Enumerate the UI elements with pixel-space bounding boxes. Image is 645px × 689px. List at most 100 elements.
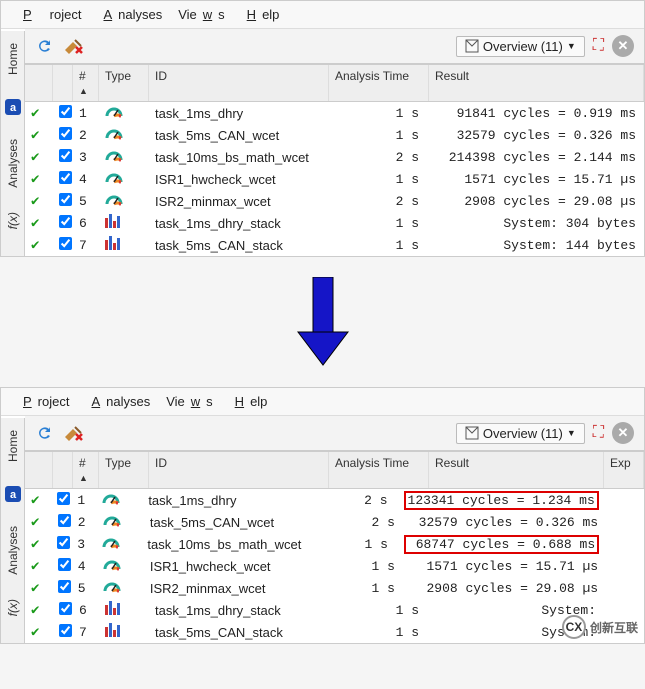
menu-project[interactable]: Project xyxy=(11,392,75,411)
row-exp xyxy=(607,543,644,545)
overview-dropdown[interactable]: Overview (11) ▼ xyxy=(456,36,585,57)
row-checkbox[interactable] xyxy=(57,492,70,505)
sidebar-tab-analyses[interactable]: Analyses xyxy=(6,139,20,188)
row-checkbox[interactable] xyxy=(59,149,72,162)
col-type[interactable]: Type xyxy=(99,65,149,101)
row-type-icon xyxy=(99,622,149,642)
toolbar: Overview (11) ▼ ⛶ ✕ xyxy=(25,416,644,451)
row-time: 2 s xyxy=(311,514,405,531)
row-type-icon xyxy=(97,556,144,576)
success-check-icon: ✔ xyxy=(31,128,39,144)
success-check-icon: ✔ xyxy=(31,537,39,553)
menu-help[interactable]: Help xyxy=(223,392,274,411)
row-checkbox[interactable] xyxy=(59,215,72,228)
row-checkbox[interactable] xyxy=(59,105,72,118)
delete-brush-icon[interactable] xyxy=(63,423,85,443)
sidebar-tab-home[interactable]: Home xyxy=(6,430,20,462)
result-highlight: 68747 cycles = 0.688 ms xyxy=(404,535,599,554)
row-checkbox[interactable] xyxy=(58,514,71,527)
table-row[interactable]: ✔7task_5ms_CAN_stack1 s System: 144 byte… xyxy=(25,234,644,256)
row-type-icon xyxy=(96,490,142,510)
result-highlight: 123341 cycles = 1.234 ms xyxy=(404,491,599,510)
menu-views[interactable]: Views xyxy=(160,392,218,411)
col-id[interactable]: ID xyxy=(149,65,329,101)
row-type-icon xyxy=(96,534,142,554)
row-time: 1 s xyxy=(329,127,429,144)
col-analysis-time[interactable]: Analysis Time xyxy=(329,65,429,101)
col-exp[interactable]: Exp xyxy=(604,452,644,488)
table-row[interactable]: ✔4ISR1_hwcheck_wcet1 s 1571 cycles = 15.… xyxy=(25,555,644,577)
row-number: 3 xyxy=(71,536,95,553)
row-checkbox[interactable] xyxy=(59,624,72,637)
sidebar-tab-fx[interactable]: f(x) xyxy=(6,599,20,616)
table-row[interactable]: ✔6task_1ms_dhry_stack1 s System: 304 byt… xyxy=(25,212,644,234)
row-checkbox[interactable] xyxy=(59,193,72,206)
table-row[interactable]: ✔3task_10ms_bs_math_wcet1 s 68747 cycles… xyxy=(25,533,644,555)
table-row[interactable]: ✔1task_1ms_dhry2 s123341 cycles = 1.234 … xyxy=(25,489,644,511)
row-time: 1 s xyxy=(329,624,429,641)
row-checkbox[interactable] xyxy=(59,171,72,184)
row-checkbox[interactable] xyxy=(58,558,71,571)
refresh-icon[interactable] xyxy=(35,36,55,56)
col-number[interactable]: # ▲ xyxy=(73,65,99,101)
row-result: 1571 cycles = 15.71 µs xyxy=(405,558,606,575)
col-analysis-time[interactable]: Analysis Time xyxy=(329,452,429,488)
table-body-bottom: ✔1task_1ms_dhry2 s123341 cycles = 1.234 … xyxy=(25,489,644,643)
table-row[interactable]: ✔1task_1ms_dhry1 s 91841 cycles = 0.919 … xyxy=(25,102,644,124)
sidebar-tab-home[interactable]: Home xyxy=(6,43,20,75)
table-row[interactable]: ✔2task_5ms_CAN_wcet1 s 32579 cycles = 0.… xyxy=(25,124,644,146)
row-checkbox[interactable] xyxy=(57,536,70,549)
overview-label: Overview (11) xyxy=(483,426,563,441)
row-number: 5 xyxy=(72,580,97,597)
table-row[interactable]: ✔5ISR2_minmax_wcet1 s 2908 cycles = 29.0… xyxy=(25,577,644,599)
table-header: # ▲ Type ID Analysis Time Result Exp xyxy=(25,451,644,489)
expand-icon[interactable]: ⛶ xyxy=(593,424,604,442)
col-check[interactable] xyxy=(53,452,73,488)
row-id: task_1ms_dhry xyxy=(142,492,305,509)
row-time: 2 s xyxy=(329,193,429,210)
row-checkbox[interactable] xyxy=(59,237,72,250)
caret-down-icon: ▼ xyxy=(567,41,576,51)
table-row[interactable]: ✔2task_5ms_CAN_wcet2 s 32579 cycles = 0.… xyxy=(25,511,644,533)
table-row[interactable]: ✔3task_10ms_bs_math_wcet2 s214398 cycles… xyxy=(25,146,644,168)
table-row[interactable]: ✔7task_5ms_CAN_stack1 s System: xyxy=(25,621,644,643)
row-checkbox[interactable] xyxy=(59,602,72,615)
sidebar-tab-analyses[interactable]: Analyses xyxy=(6,526,20,575)
close-icon[interactable]: ✕ xyxy=(612,422,634,444)
sidebar: Home a Analyses f(x) xyxy=(1,31,25,256)
menu-analyses[interactable]: Analyses xyxy=(91,5,168,24)
row-type-icon xyxy=(99,103,149,123)
table-row[interactable]: ✔6task_1ms_dhry_stack1 s System: xyxy=(25,599,644,621)
row-time: 2 s xyxy=(306,492,398,509)
row-type-icon xyxy=(99,213,149,233)
col-result[interactable]: Result xyxy=(429,452,604,488)
delete-brush-icon[interactable] xyxy=(63,36,85,56)
menu-views[interactable]: Views xyxy=(172,5,230,24)
row-exp xyxy=(606,587,644,589)
refresh-icon[interactable] xyxy=(35,423,55,443)
row-checkbox[interactable] xyxy=(59,127,72,140)
expand-icon[interactable]: ⛶ xyxy=(593,37,604,55)
col-status[interactable] xyxy=(25,452,53,488)
table-row[interactable]: ✔4ISR1_hwcheck_wcet1 s 1571 cycles = 15.… xyxy=(25,168,644,190)
col-result[interactable]: Result xyxy=(429,65,644,101)
row-number: 3 xyxy=(73,149,99,166)
close-icon[interactable]: ✕ xyxy=(612,35,634,57)
sidebar-tab-fx[interactable]: f(x) xyxy=(6,212,20,229)
col-number[interactable]: # ▲ xyxy=(73,452,99,488)
row-id: ISR1_hwcheck_wcet xyxy=(149,171,329,188)
menu-help[interactable]: Help xyxy=(235,5,286,24)
menu-analyses[interactable]: Analyses xyxy=(79,392,156,411)
overview-dropdown[interactable]: Overview (11) ▼ xyxy=(456,423,585,444)
col-check[interactable] xyxy=(53,65,73,101)
row-checkbox[interactable] xyxy=(58,580,71,593)
col-id[interactable]: ID xyxy=(149,452,329,488)
success-check-icon: ✔ xyxy=(31,625,39,641)
table-row[interactable]: ✔5ISR2_minmax_wcet2 s 2908 cycles = 29.0… xyxy=(25,190,644,212)
col-status[interactable] xyxy=(25,65,53,101)
row-number: 2 xyxy=(72,514,97,531)
menu-project[interactable]: Project xyxy=(11,5,87,24)
col-type[interactable]: Type xyxy=(99,452,149,488)
app-logo-icon: a xyxy=(5,486,21,502)
row-type-icon xyxy=(99,235,149,255)
